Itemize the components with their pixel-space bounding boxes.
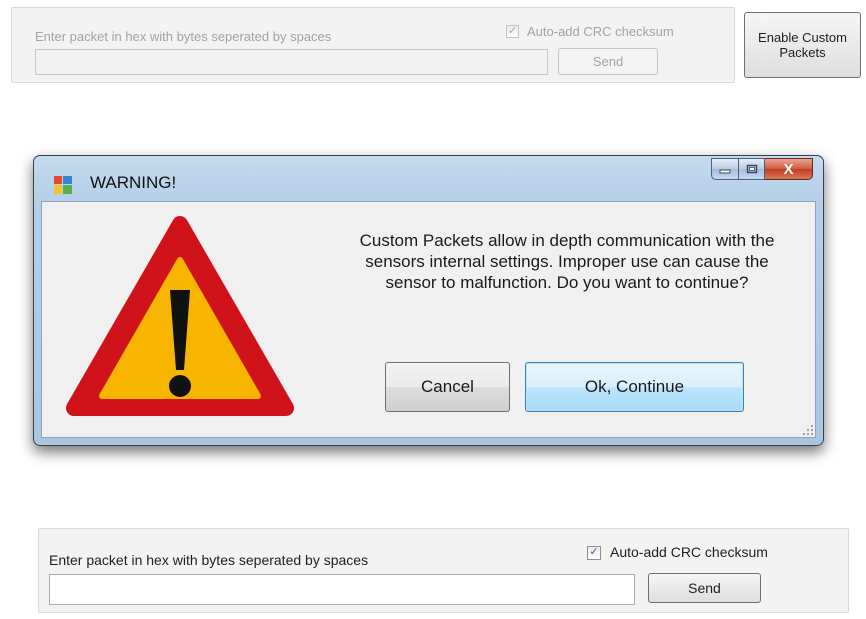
warning-message: Custom Packets allow in depth communicat…: [312, 230, 822, 293]
close-icon: X: [783, 160, 794, 178]
warning-dialog: WARNING! X Custom Packets allow in depth…: [33, 155, 824, 446]
resize-grip-icon[interactable]: [803, 425, 813, 435]
send-button[interactable]: Send: [558, 48, 658, 75]
message-line-2: sensors internal settings. Improper use …: [365, 252, 769, 271]
warning-triangle-icon: [66, 216, 294, 416]
minimize-icon: [719, 169, 731, 174]
app-icon: [54, 176, 72, 194]
custom-packet-panel-enabled: Enter packet in hex with bytes seperated…: [38, 528, 849, 613]
packet-input[interactable]: [49, 574, 635, 605]
enable-custom-packets-button[interactable]: Enable Custom Packets: [744, 12, 861, 78]
maximize-button[interactable]: [739, 158, 765, 180]
dialog-client-area: Custom Packets allow in depth communicat…: [41, 201, 816, 438]
window-controls: X: [711, 158, 813, 180]
crc-checkbox[interactable]: ✓: [587, 546, 601, 560]
dialog-title: WARNING!: [90, 173, 177, 192]
crc-checkbox-label: Auto-add CRC checksum: [527, 24, 674, 39]
crc-checkbox[interactable]: ✓: [506, 25, 519, 38]
send-button[interactable]: Send: [648, 573, 761, 603]
packet-input[interactable]: [35, 49, 548, 75]
close-button[interactable]: X: [765, 158, 813, 180]
ok-continue-button[interactable]: Ok, Continue: [525, 362, 744, 412]
crc-checkbox-label: Auto-add CRC checksum: [610, 544, 768, 560]
minimize-button[interactable]: [711, 158, 739, 180]
enable-button-line-1: Enable Custom: [758, 30, 847, 45]
maximize-icon: [746, 164, 757, 174]
message-line-1: Custom Packets allow in depth communicat…: [359, 231, 775, 250]
enable-button-line-2: Packets: [779, 45, 826, 60]
packet-prompt-label: Enter packet in hex with bytes seperated…: [35, 29, 332, 44]
cancel-button[interactable]: Cancel: [385, 362, 510, 412]
packet-prompt-label: Enter packet in hex with bytes seperated…: [49, 552, 369, 568]
message-line-3: sensor to malfunction. Do you want to co…: [385, 273, 749, 292]
custom-packet-panel-disabled: Enter packet in hex with bytes seperated…: [11, 7, 735, 83]
